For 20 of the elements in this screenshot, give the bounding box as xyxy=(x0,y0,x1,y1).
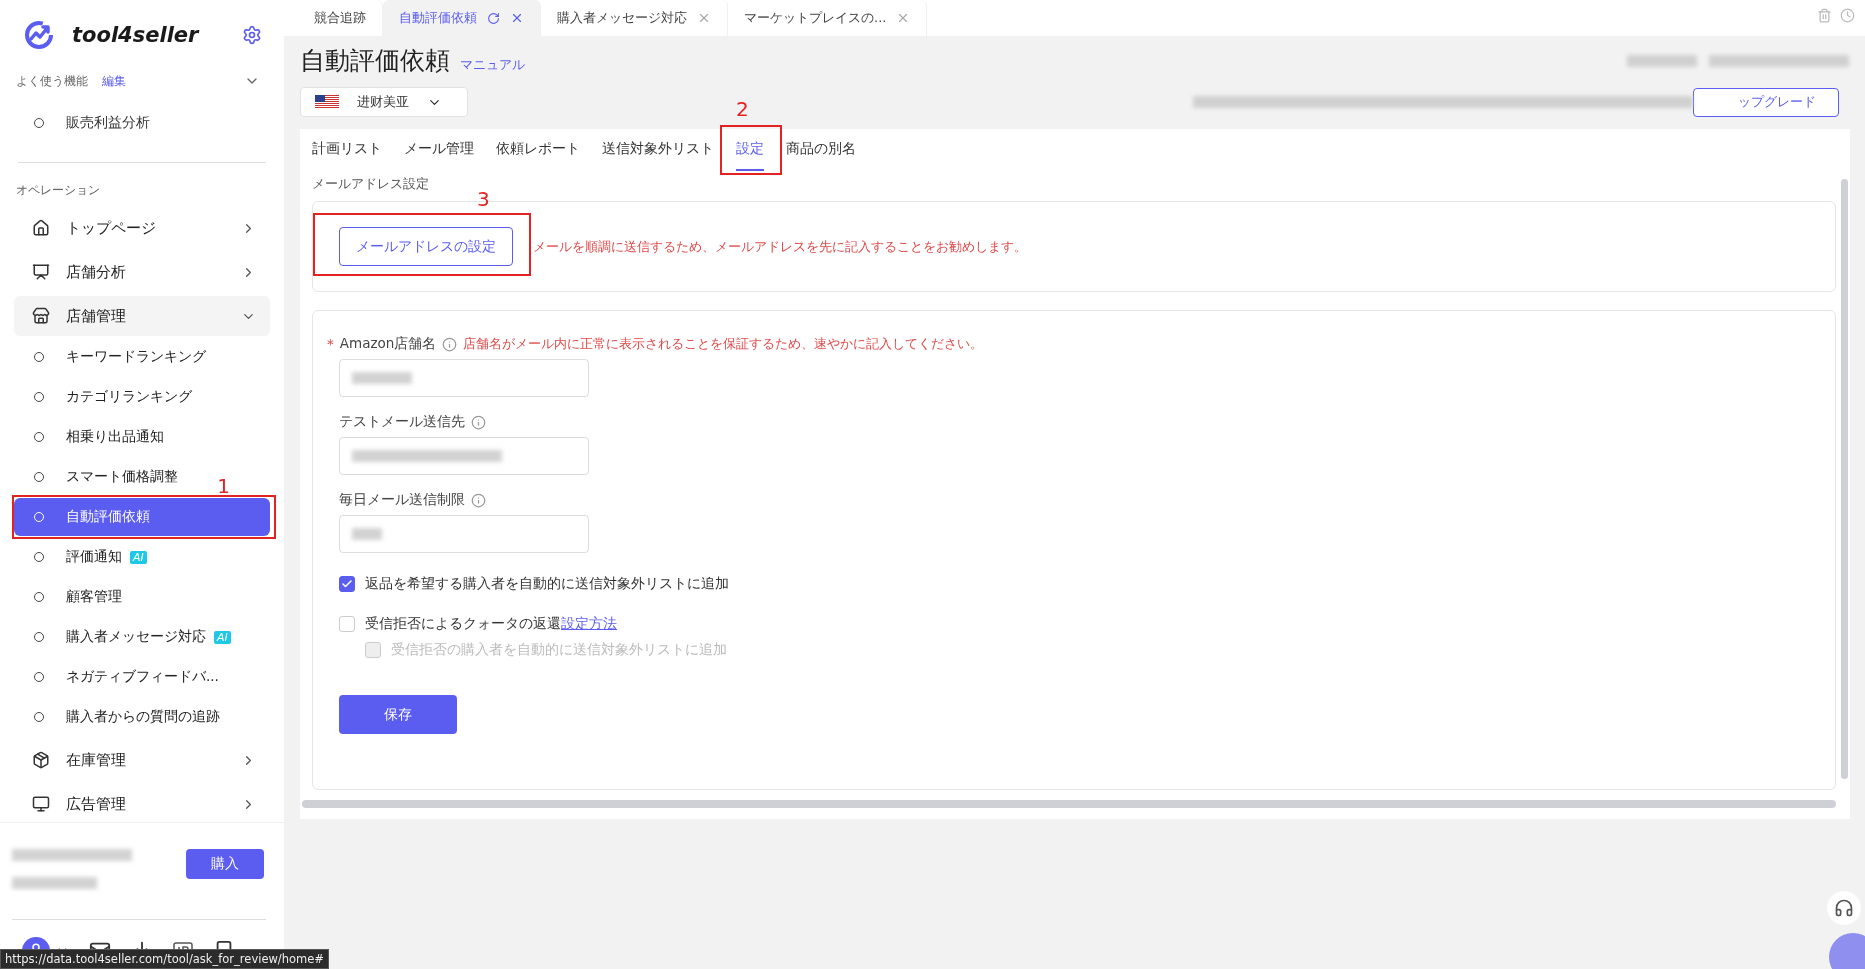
notice-text: メールを順調に送信するため、メールアドレスを先に記入することをお勧めします。 xyxy=(533,237,1027,256)
brand-name: tool4seller xyxy=(72,23,201,47)
option-label: 受信拒否の購入者を自動的に送信対象外リストに追加 xyxy=(391,641,727,659)
option-label: 返品を希望する購入者を自動的に送信対象外リストに追加 xyxy=(365,575,729,593)
ai-badge: AI xyxy=(130,550,147,564)
url-tooltip: https://data.tool4seller.com/tool/ask_for_review/home# xyxy=(0,949,329,969)
section-title: オペレーション xyxy=(15,182,101,199)
page-title: 自動評価依頼 xyxy=(300,45,450,77)
favorites-title: よく使う機能 xyxy=(16,72,88,90)
hint-text: 店舗名がメール内に正常に表示されることを保証するため、速やかに記入してください。 xyxy=(463,335,984,353)
ai-badge: AI xyxy=(214,630,231,644)
field-label: テストメール送信先 xyxy=(339,413,465,431)
required-mark: * xyxy=(327,336,334,352)
field-label: 毎日メール送信制限 xyxy=(339,491,465,509)
annotation-number: 3 xyxy=(477,187,490,211)
section-label: メールアドレス設定 xyxy=(312,175,430,193)
field-label: Amazon店舗名 xyxy=(339,335,437,353)
annotation-number: 1 xyxy=(217,474,230,498)
option-label: 受信拒否によるクォータの返還設定方法 xyxy=(365,615,617,633)
annotation-number: 2 xyxy=(736,97,749,121)
